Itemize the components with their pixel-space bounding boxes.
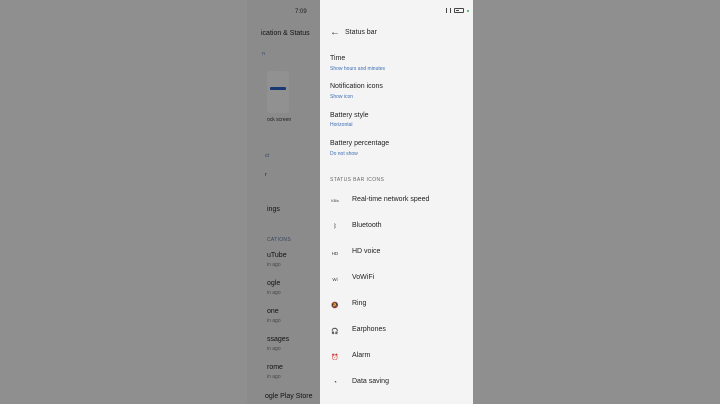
setting-battery-style-title[interactable]: Battery style — [330, 112, 369, 119]
status-icon-item[interactable]: ◔ Data saving — [320, 374, 473, 392]
status-icon-label: VoWiFi — [352, 274, 375, 281]
status-icon-label: Alarm — [352, 352, 371, 359]
section-header: STATUS BAR ICONS — [330, 177, 385, 183]
setting-battery-percentage-title[interactable]: Battery percentage — [330, 140, 389, 147]
vowifi-icon: Wi — [332, 276, 338, 282]
network-speed-icon: KB/s — [331, 199, 339, 203]
status-icon-label: HD voice — [352, 248, 381, 255]
status-icon-item[interactable]: KB/s Real-time network speed — [320, 192, 473, 210]
hd-voice-icon: HD — [331, 250, 339, 256]
signal-icon — [446, 8, 451, 13]
setting-time-value: Show hours and minutes — [330, 66, 386, 72]
page-title: Status bar — [345, 29, 377, 36]
setting-battery-style-value: Horizontal — [330, 122, 353, 128]
battery-icon — [454, 8, 464, 13]
left-background — [0, 0, 247, 404]
status-icon-item[interactable]: ᛒ Bluetooth — [320, 218, 473, 236]
status-icon-label: Real-time network speed — [352, 196, 430, 203]
status-icon-label: Earphones — [352, 326, 386, 333]
status-icon-label: Ring — [352, 300, 367, 307]
earphones-icon: 🎧 — [331, 328, 339, 335]
ring-icon: 🔕 — [331, 302, 339, 309]
setting-battery-percentage-value: Do not show — [330, 151, 358, 157]
status-icon-label: Data saving — [352, 378, 389, 385]
setting-notification-icons-value: Show icon — [330, 94, 354, 100]
alarm-icon: ⏰ — [331, 354, 339, 361]
right-background — [473, 0, 720, 404]
system-status-icons — [446, 8, 469, 13]
status-icon-label: Bluetooth — [352, 222, 382, 229]
back-arrow-icon[interactable]: ← — [330, 28, 340, 38]
setting-time-title[interactable]: Time — [330, 55, 345, 62]
setting-notification-icons-title[interactable]: Notification icons — [330, 83, 383, 90]
status-icon-item[interactable]: ⏰ Alarm — [320, 348, 473, 366]
data-saving-icon: ◔ — [333, 380, 337, 386]
status-icon-item[interactable]: HD HD voice — [320, 244, 473, 262]
phone-screen: 7:09 ication & Status n ock screen ct r … — [247, 0, 473, 404]
bluetooth-icon: ᛒ — [333, 224, 337, 230]
status-icon-item[interactable]: Wi VoWiFi — [320, 270, 473, 288]
charging-dot-icon — [467, 9, 469, 12]
status-icon-item[interactable]: 🔕 Ring — [320, 296, 473, 314]
status-icon-item[interactable]: 🎧 Earphones — [320, 322, 473, 340]
status-bar-panel: ← Status bar Time Show hours and minutes… — [320, 0, 473, 404]
